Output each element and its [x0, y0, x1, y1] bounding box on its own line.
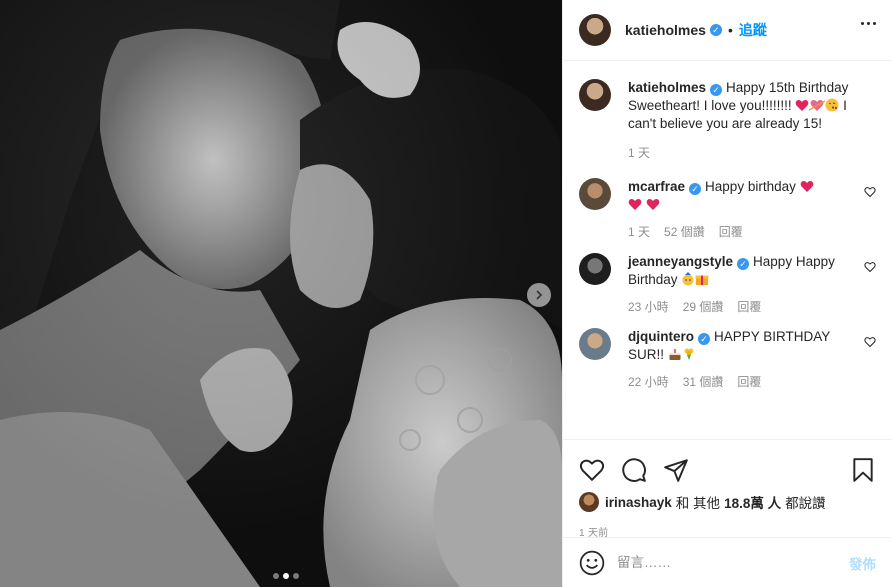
- reply-button[interactable]: 回覆: [719, 223, 743, 241]
- heart-outline-icon[interactable]: [864, 336, 876, 348]
- post-header: katieholmes ✓ • 追蹤: [563, 0, 892, 61]
- comment-age[interactable]: 23 小時: [628, 298, 669, 316]
- verified-badge-icon: ✓: [698, 333, 710, 345]
- photo-image: [0, 0, 562, 587]
- verified-badge-icon: ✓: [710, 84, 723, 96]
- caption-avatar[interactable]: [579, 79, 611, 111]
- author-username[interactable]: katieholmes: [625, 22, 706, 38]
- red-heart-emoji-icon: [795, 100, 809, 111]
- ellipsis-icon[interactable]: [861, 22, 876, 25]
- comment-likes[interactable]: 29 個讚: [683, 298, 724, 316]
- commenter-avatar[interactable]: [579, 328, 611, 360]
- commenter-username[interactable]: djquintero: [628, 329, 694, 344]
- gift-emoji-icon: [695, 275, 709, 285]
- like-button[interactable]: [579, 457, 605, 483]
- header-separator: •: [727, 22, 733, 38]
- action-icons: [563, 440, 892, 488]
- party-face-emoji-icon: [682, 272, 694, 286]
- comments-list: katieholmes ✓ Happy 15th Birthday Sweethea…: [563, 61, 892, 439]
- red-heart-emoji-icon: [800, 181, 813, 192]
- red-heart-emoji-icon: [646, 199, 660, 210]
- likes-mid-text: 和 其他: [675, 496, 721, 511]
- cake-emoji-icon: [669, 349, 681, 360]
- verified-badge-icon: ✓: [737, 258, 750, 270]
- follow-button[interactable]: 追蹤: [739, 20, 767, 40]
- add-comment-bar: 發佈: [563, 537, 892, 587]
- carousel-dot: [273, 573, 279, 579]
- bouquet-emoji-icon: [684, 348, 694, 360]
- post-comment-button[interactable]: 發佈: [849, 553, 876, 573]
- comment-age[interactable]: 22 小時: [628, 373, 669, 391]
- caption: katieholmes ✓ Happy 15th Birthday Sweethea…: [579, 79, 876, 162]
- comment-item: djquintero ✓ HAPPY BIRTHDAY SUR!! 22 小時 31…: [579, 328, 876, 391]
- post-photo[interactable]: [0, 0, 562, 587]
- verified-badge-icon: ✓: [709, 24, 722, 36]
- comment-text: Happy birthday: [705, 179, 800, 194]
- caption-age[interactable]: 1 天: [628, 144, 650, 162]
- emoji-picker-button[interactable]: [579, 550, 605, 576]
- commenter-username[interactable]: mcarfrae: [628, 179, 685, 194]
- liker-username[interactable]: irinashayk: [605, 495, 672, 510]
- comment-item: jeanneyangstyle ✓ Happy Happy Birthday 23 …: [579, 253, 876, 316]
- heart-outline-icon[interactable]: [864, 261, 876, 273]
- likes-summary: irinashayk 和 其他 18.8萬 人 都說讚: [563, 488, 892, 512]
- commenter-avatar[interactable]: [579, 178, 611, 210]
- share-button[interactable]: [663, 457, 689, 483]
- post-actions: irinashayk 和 其他 18.8萬 人 都說讚 1 天前 發佈: [563, 439, 892, 587]
- carousel-dot-active: [283, 573, 289, 579]
- red-heart-emoji-icon: [628, 199, 642, 210]
- chevron-right-icon: [536, 290, 543, 300]
- liker-avatar[interactable]: [579, 492, 599, 512]
- comment-meta: 23 小時 29 個讚 回覆: [628, 298, 852, 316]
- comment-button[interactable]: [621, 457, 647, 483]
- reply-button[interactable]: 回覆: [737, 373, 761, 391]
- carousel-dots: [0, 573, 562, 579]
- kissing-face-emoji-icon: [825, 98, 839, 112]
- comment-likes[interactable]: 52 個讚: [664, 223, 705, 241]
- caption-username[interactable]: katieholmes: [628, 80, 706, 95]
- post-side-panel: katieholmes ✓ • 追蹤 katieholmes ✓ Happy 15t…: [562, 0, 892, 587]
- reply-button[interactable]: 回覆: [737, 298, 761, 316]
- commenter-avatar[interactable]: [579, 253, 611, 285]
- likes-count[interactable]: 18.8萬 人: [724, 492, 781, 512]
- caption-meta: 1 天: [628, 144, 852, 162]
- post-dialog: katieholmes ✓ • 追蹤 katieholmes ✓ Happy 15t…: [0, 0, 892, 587]
- comment-age[interactable]: 1 天: [628, 223, 650, 241]
- comment-meta: 1 天 52 個讚 回覆: [628, 223, 852, 241]
- save-button[interactable]: [850, 457, 876, 483]
- verified-badge-icon: ✓: [689, 183, 702, 195]
- author-avatar[interactable]: [579, 14, 611, 46]
- comment-likes[interactable]: 31 個讚: [683, 373, 724, 391]
- heart-outline-icon[interactable]: [864, 186, 876, 198]
- carousel-next-button[interactable]: [527, 283, 551, 307]
- comment-input[interactable]: [617, 555, 849, 570]
- post-timestamp[interactable]: 1 天前: [563, 512, 892, 539]
- comment-meta: 22 小時 31 個讚 回覆: [628, 373, 852, 391]
- carousel-dot: [293, 573, 299, 579]
- heart-arrow-emoji-icon: [809, 100, 826, 111]
- commenter-username[interactable]: jeanneyangstyle: [628, 254, 733, 269]
- likes-suffix: 都說讚: [785, 496, 826, 511]
- comment-item: mcarfrae ✓ Happy birthday 1 天 52 個讚 回覆: [579, 178, 876, 241]
